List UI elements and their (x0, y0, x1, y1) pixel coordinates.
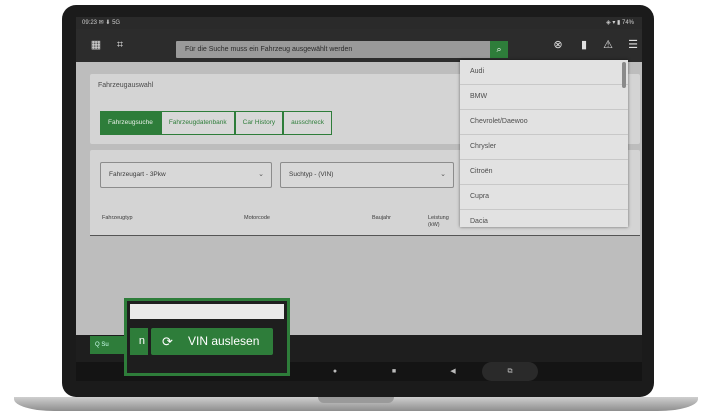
nav-home-icon[interactable]: ■ (387, 362, 401, 381)
refresh-icon: ⟳ (162, 334, 173, 349)
search-input[interactable]: Für die Suche muss ein Fahrzeug ausgewäh… (176, 41, 491, 58)
tab-ausschreck[interactable]: ausschreck (283, 111, 333, 135)
status-left: 09:23 ✉ ⬇ 5G (82, 20, 121, 26)
dropdown-item-chevrolet[interactable]: Chevrolet/Daewoo (460, 110, 628, 135)
read-vin-label: VIN auslesen (188, 334, 260, 348)
dropdown-item-citroen[interactable]: Citroën (460, 160, 628, 185)
battery-icon: ▮ (580, 39, 588, 51)
search-type-select[interactable]: Suchtyp - (VIN) ⌄ (280, 162, 454, 188)
nav-recents-icon[interactable]: ◀ (446, 362, 460, 381)
scan-icon[interactable]: ⌗ (112, 29, 128, 62)
nav-back-icon[interactable]: ● (328, 362, 342, 381)
column-motorcode: Motorcode (244, 215, 270, 221)
callout-top-strip (130, 304, 284, 319)
column-baujahr: Baujahr (372, 215, 391, 221)
dropdown-scrollbar[interactable] (622, 62, 626, 88)
manufacturer-dropdown[interactable]: Audi BMW Chevrolet/Daewoo Chrysler Citro… (460, 60, 628, 227)
partial-button[interactable]: n (130, 328, 148, 355)
status-right: ◈ ▾ ▮ 74% (606, 20, 634, 26)
search-button[interactable]: ⌕ (490, 41, 508, 58)
tab-car-history[interactable]: Car History (234, 111, 284, 135)
tab-fahrzeugsuche[interactable]: Fahrzeugsuche (100, 111, 161, 135)
tab-fahrzeugdatenbank[interactable]: Fahrzeugdatenbank (160, 111, 235, 135)
bottom-search-button[interactable]: Q Su (90, 336, 128, 354)
search-type-value: Suchtyp - (VIN) (289, 171, 334, 178)
column-fahrzeugtyp: Fahrzeugtyp (102, 215, 133, 221)
vehicle-type-value: Fahrzeugart - 3Pkw (109, 171, 166, 178)
vehicle-type-select[interactable]: Fahrzeugart - 3Pkw ⌄ (100, 162, 272, 188)
dropdown-item-audi[interactable]: Audi (460, 60, 628, 85)
chevron-down-icon: ⌄ (258, 171, 264, 178)
column-leistung: Leistung (kW) (428, 215, 449, 228)
menu-icon[interactable]: ☰ (625, 29, 641, 62)
globe-icon[interactable]: ⊗ (550, 29, 566, 62)
dropdown-item-cupra[interactable]: Cupra (460, 185, 628, 210)
read-vin-button[interactable]: ⟳ VIN auslesen (151, 328, 273, 355)
warning-icon[interactable]: ⚠ (600, 29, 616, 62)
dropdown-item-dacia[interactable]: Dacia (460, 210, 628, 227)
dropdown-item-chrysler[interactable]: Chrysler (460, 135, 628, 160)
chevron-down-icon: ⌄ (440, 171, 446, 178)
vehicle-selection-title: Fahrzeugauswahl (98, 82, 154, 89)
vehicle-tabs: Fahrzeugsuche Fahrzeugdatenbank Car Hist… (100, 111, 333, 135)
grid-icon[interactable]: ▦ (88, 29, 104, 62)
laptop-notch (318, 397, 394, 403)
status-bar: 09:23 ✉ ⬇ 5G ◈ ▾ ▮ 74% (76, 17, 642, 29)
vin-callout-box: n ⟳ VIN auslesen (124, 298, 290, 376)
dropdown-item-bmw[interactable]: BMW (460, 85, 628, 110)
search-placeholder: Für die Suche muss ein Fahrzeug ausgewäh… (185, 46, 353, 53)
nav-pill-icon[interactable]: ⧉ (482, 362, 538, 381)
